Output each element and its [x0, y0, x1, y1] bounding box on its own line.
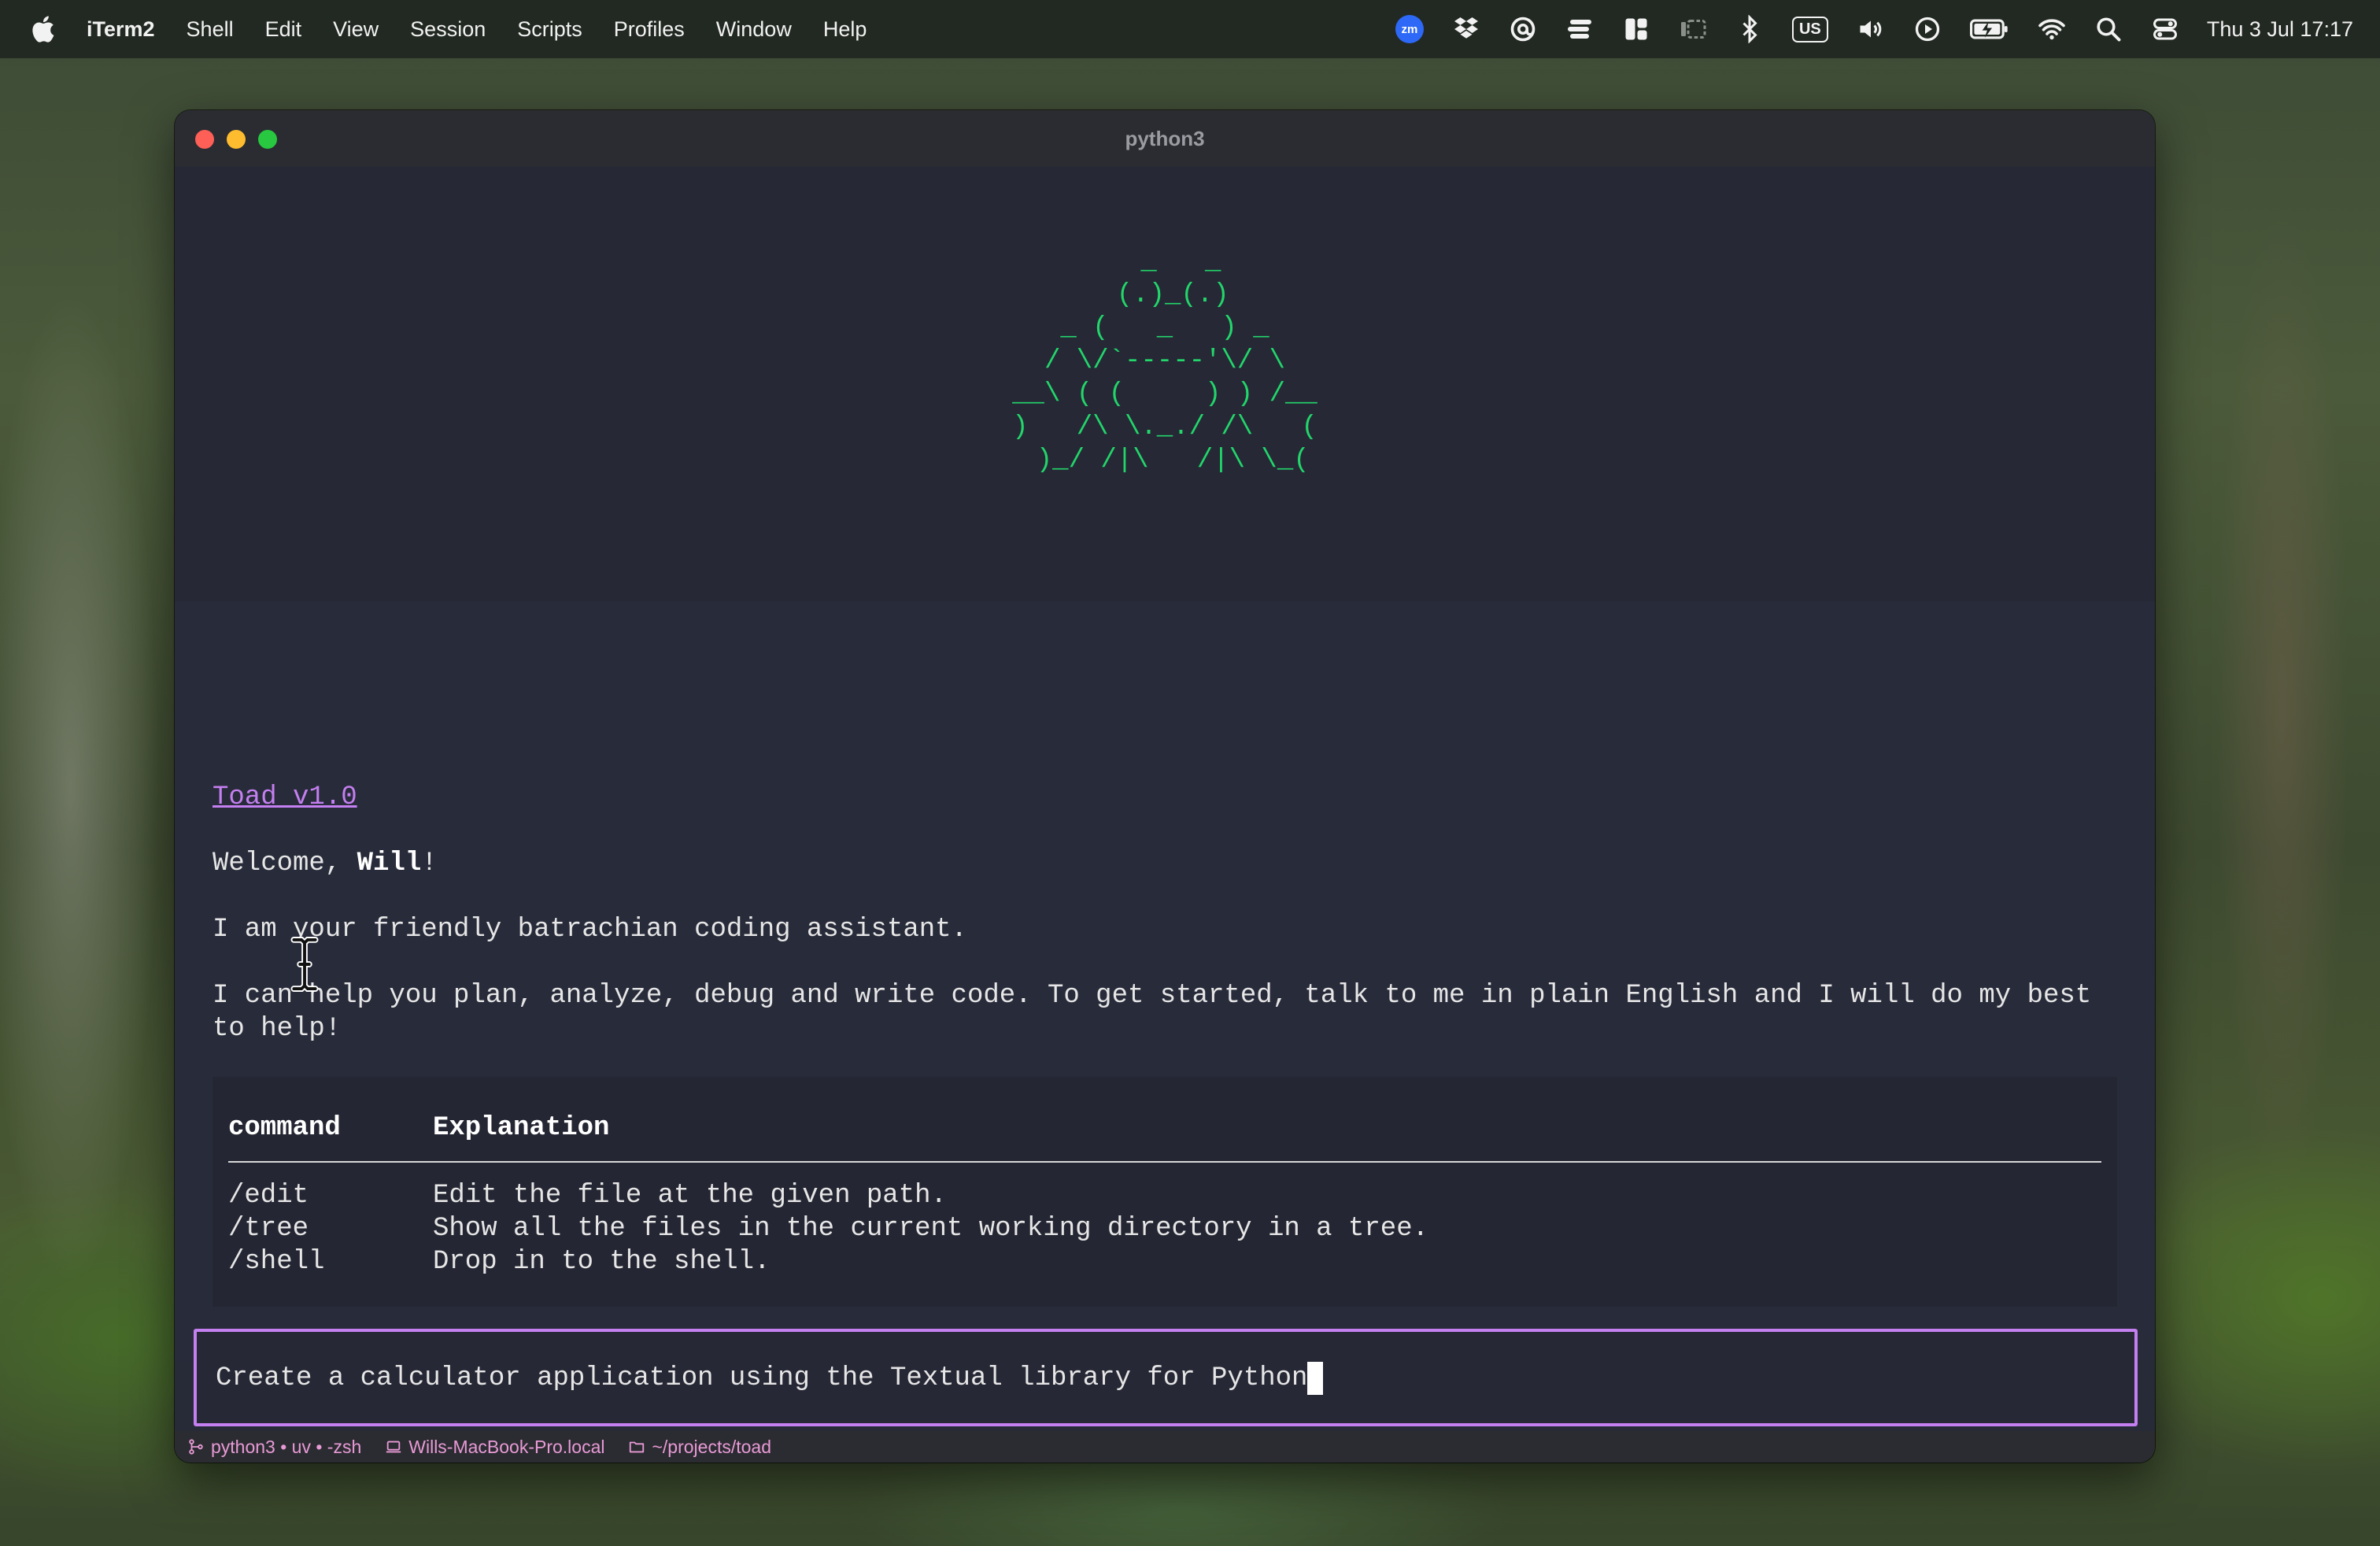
at-sign-icon[interactable]: [1508, 14, 1538, 44]
menu-help[interactable]: Help: [823, 17, 867, 42]
chat-content[interactable]: Toad v1.0 Welcome, Will! I am your frien…: [175, 601, 2155, 1360]
menu-bar: iTerm2 Shell Edit View Session Scripts P…: [0, 0, 2380, 58]
menu-profiles[interactable]: Profiles: [614, 17, 685, 42]
keyboard-layout-label: US: [1791, 16, 1828, 43]
prompt-input[interactable]: Create a calculator application using th…: [194, 1329, 2138, 1426]
menu-scripts[interactable]: Scripts: [517, 17, 582, 42]
app-menu[interactable]: iTerm2: [87, 17, 155, 42]
table-row: /shell Drop in to the shell.: [213, 1245, 2117, 1278]
status-host[interactable]: Wills-MacBook-Pro.local: [385, 1437, 604, 1458]
table-row: /tree Show all the files in the current …: [213, 1212, 2117, 1245]
menu-edit[interactable]: Edit: [265, 17, 302, 42]
text-caret: [1307, 1362, 1324, 1395]
command-cell: /shell: [228, 1247, 325, 1277]
play-icon[interactable]: [1913, 14, 1942, 44]
command-table: command Explanation /edit Edit the file …: [213, 1077, 2117, 1307]
table-row: /edit Edit the file at the given path.: [213, 1179, 2117, 1212]
menu-view[interactable]: View: [333, 17, 379, 42]
status-path-label: ~/projects/toad: [652, 1436, 771, 1457]
status-bar: python3 • uv • -zsh Wills-MacBook-Pro.lo…: [175, 1431, 2155, 1463]
window-title: python3: [1125, 126, 1205, 150]
keyboard-layout-icon[interactable]: US: [1791, 14, 1829, 44]
explanation-cell: Show all the files in the current workin…: [433, 1214, 1429, 1244]
folder-icon: [630, 1441, 645, 1453]
menubar-clock[interactable]: Thu 3 Jul 17:17: [2207, 17, 2353, 42]
window-titlebar[interactable]: python3: [175, 110, 2155, 167]
minimize-button[interactable]: [227, 130, 246, 149]
explanation-cell: Drop in to the shell.: [433, 1247, 771, 1277]
volume-icon[interactable]: [1856, 14, 1886, 44]
apple-menu-icon[interactable]: [30, 13, 58, 45]
dropbox-icon[interactable]: [1451, 14, 1481, 44]
laptop-icon: [386, 1441, 401, 1453]
command-cell: /tree: [228, 1214, 309, 1244]
welcome-message: Welcome, Will!: [213, 847, 438, 880]
process-icon: [189, 1439, 203, 1455]
text-cursor-icon: [290, 937, 319, 992]
version-link[interactable]: Toad v1.0: [213, 781, 357, 814]
intro-message: I am your friendly batrachian coding ass…: [213, 915, 967, 945]
prompt-input-text[interactable]: Create a calculator application using th…: [216, 1362, 1324, 1395]
column-header-explanation: Explanation: [433, 1113, 610, 1143]
user-name: Will: [357, 849, 422, 878]
menu-shell[interactable]: Shell: [187, 17, 234, 42]
header-divider: [228, 1161, 2101, 1163]
stack-icon[interactable]: [1565, 14, 1595, 44]
zoom-icon[interactable]: zm: [1395, 14, 1425, 44]
bluetooth-icon[interactable]: [1735, 14, 1765, 44]
toad-ascii-art: _ _ (.)_(.) _ ( _ ) _ / \/`-----'\/ \ __…: [1012, 247, 1318, 475]
status-path[interactable]: ~/projects/toad: [628, 1437, 771, 1458]
zoom-badge: zm: [1395, 15, 1424, 43]
menu-window[interactable]: Window: [716, 17, 792, 42]
status-job[interactable]: python3 • uv • -zsh: [187, 1437, 361, 1458]
control-center-icon[interactable]: [2150, 14, 2180, 44]
command-cell: /edit: [228, 1181, 309, 1211]
welcome-suffix: !: [421, 849, 438, 878]
terminal-window: python3 _ _ (.)_(.) _ ( _ ) _ / \/`-----…: [175, 110, 2155, 1463]
status-menus: zm US Thu 3 Jul 17:17: [1395, 0, 2353, 58]
toad-banner: _ _ (.)_(.) _ ( _ ) _ / \/`-----'\/ \ __…: [175, 167, 2155, 601]
screen-mirror-icon[interactable]: [1678, 14, 1708, 44]
zoom-button[interactable]: [258, 130, 277, 149]
wifi-icon[interactable]: [2037, 14, 2067, 44]
column-header-command: command: [228, 1113, 341, 1143]
battery-charging-icon[interactable]: [1969, 14, 2010, 44]
close-button[interactable]: [195, 130, 214, 149]
explanation-cell: Edit the file at the given path.: [433, 1181, 947, 1211]
help-message: I can help you plan, analyze, debug and …: [213, 981, 2092, 1044]
layout-icon[interactable]: [1621, 14, 1651, 44]
status-host-label: Wills-MacBook-Pro.local: [408, 1436, 605, 1457]
search-icon[interactable]: [2094, 14, 2123, 44]
prompt-value: Create a calculator application using th…: [216, 1363, 1308, 1393]
menu-session[interactable]: Session: [410, 17, 486, 42]
traffic-lights: [195, 130, 277, 149]
status-job-label: python3 • uv • -zsh: [211, 1436, 362, 1457]
welcome-prefix: Welcome,: [213, 849, 357, 878]
